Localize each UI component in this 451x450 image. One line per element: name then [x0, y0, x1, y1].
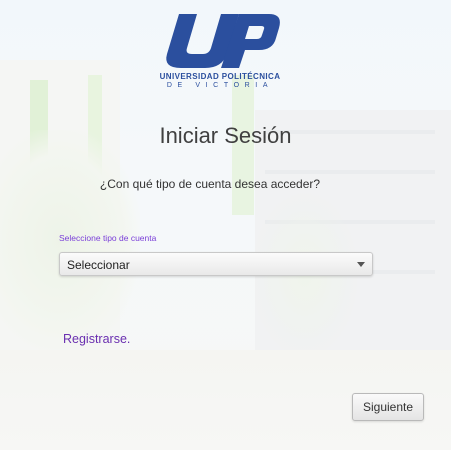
university-logo: UNIVERSIDAD POLITÉCNICA DE VICTORIA: [157, 12, 283, 90]
account-question: ¿Con qué tipo de cuenta desea acceder?: [99, 177, 321, 191]
next-button[interactable]: Siguiente: [352, 393, 424, 421]
up-logo-mark: [166, 14, 280, 68]
university-name: UNIVERSIDAD POLITÉCNICA: [159, 72, 281, 81]
university-location: DE VICTORIA: [166, 82, 274, 89]
account-type-label: Seleccione tipo de cuenta: [59, 233, 157, 243]
account-type-value: Seleccionar: [67, 258, 130, 272]
account-type-select[interactable]: Seleccionar: [59, 252, 373, 276]
page-title: Iniciar Sesión: [159, 123, 292, 148]
chevron-down-icon: [357, 262, 365, 267]
register-link[interactable]: Registrarse.: [63, 332, 130, 346]
